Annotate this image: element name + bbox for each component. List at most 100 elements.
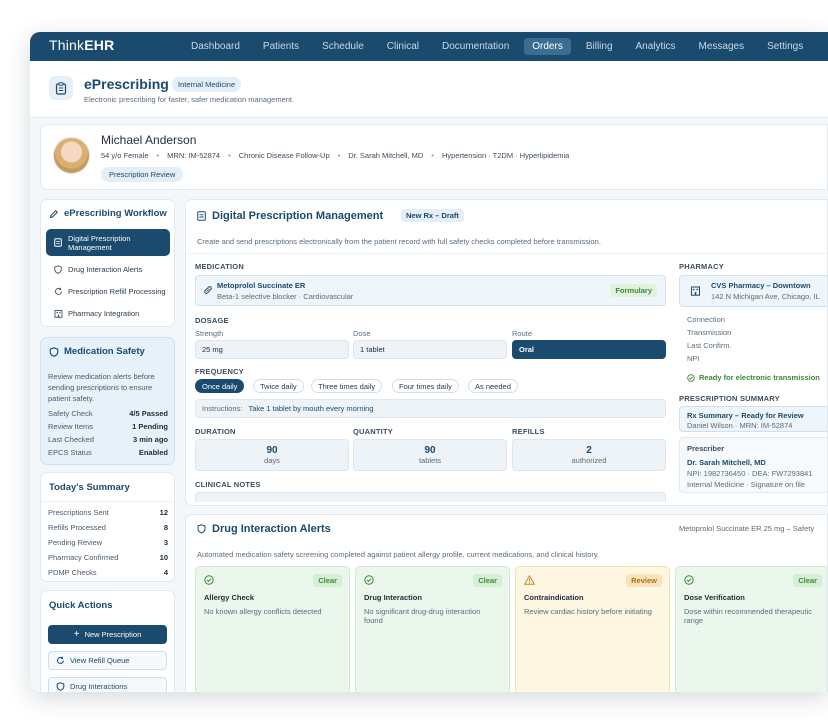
allergy-check-card[interactable]: Clear Allergy Check No known allergy con… — [195, 566, 350, 692]
separator-dot: • — [156, 151, 160, 160]
patient-meta: 54 y/o Female • MRN: IM-52874 • Chronic Di… — [101, 151, 577, 160]
instructions-value: Take 1 tablet by mouth every morning — [248, 404, 374, 413]
view-refill-queue-button[interactable]: View Refill Queue — [48, 651, 167, 670]
safety-row: Review Items 1 Pending — [48, 422, 168, 431]
duration-unit: days — [264, 456, 280, 465]
clipboard-icon — [49, 76, 73, 100]
strength-field[interactable]: 25 mg — [195, 340, 349, 359]
status-badge: Clear — [313, 574, 342, 587]
summary-row: Refills Processed 8 — [48, 523, 168, 532]
page-subtitle: Electronic prescribing for faster, safer… — [84, 95, 295, 104]
nav-dashboard[interactable]: Dashboard — [183, 38, 248, 55]
specialty-badge: Internal Medicine — [172, 77, 242, 92]
page-header: ePrescribing Internal Medicine Electroni… — [30, 61, 828, 118]
drug-interaction-card[interactable]: Clear Drug Interaction No significant dr… — [355, 566, 510, 692]
pharmacy-name: CVS Pharmacy – Downtown — [711, 281, 811, 290]
summary-row: Prescriptions Sent 12 — [48, 508, 168, 517]
workflow-item-digital-prescription[interactable]: Digital Prescription Management — [46, 229, 170, 256]
clinical-notes-field[interactable] — [195, 492, 666, 502]
safety-row: EPCS Status Enabled — [48, 448, 168, 457]
drug-interaction-title-text: Drug Interaction Alerts — [212, 523, 331, 535]
nav-analytics[interactable]: Analytics — [628, 38, 684, 55]
card-title: Dose Verification — [684, 593, 745, 602]
summary-row-label: Refills Processed — [48, 523, 106, 532]
strength-label: Strength — [195, 329, 224, 338]
frequency-three-times-daily[interactable]: Three times daily — [311, 379, 383, 393]
todays-summary-card: Today's Summary Prescriptions Sent 12 Ref… — [40, 472, 175, 582]
formulary-badge: Formulary — [610, 284, 657, 297]
instructions-field[interactable]: Instructions: Take 1 tablet by mouth eve… — [195, 399, 666, 418]
quantity-field[interactable]: 90 tablets — [353, 439, 507, 471]
drug-interaction-title: Drug Interaction Alerts — [197, 523, 331, 535]
route-label: Route — [512, 329, 533, 338]
prescriber-ids: NPI: 1982736450 · DEA: FW7293841 — [687, 469, 813, 478]
quantity-label: QUANTITY — [353, 427, 393, 436]
pharmacy-card[interactable]: CVS Pharmacy – Downtown 142 N Michigan A… — [679, 275, 827, 307]
nav-settings[interactable]: Settings — [759, 38, 811, 55]
frequency-as-needed[interactable]: As needed — [468, 379, 518, 393]
refresh-icon — [52, 287, 64, 296]
safety-row-value: Enabled — [138, 448, 168, 457]
summary-row-value: 3 — [163, 538, 168, 547]
contraindication-card[interactable]: Review Contraindication Review cardiac h… — [515, 566, 670, 692]
duration-field[interactable]: 90 days — [195, 439, 349, 471]
patient-age-sex: 54 y/o Female — [101, 151, 149, 160]
workflow-item-pharmacy[interactable]: Pharmacy Integration — [46, 300, 170, 326]
summary-row-value: 4 — [163, 568, 168, 577]
card-description: Dose within recommended therapeutic rang… — [684, 607, 812, 625]
nav-documentation[interactable]: Documentation — [434, 38, 517, 55]
building-icon — [52, 309, 64, 318]
prescriber-card: Prescriber Dr. Sarah Mitchell, MD NPI: 1… — [679, 437, 827, 493]
app-logo[interactable]: ThinkEHR — [49, 37, 114, 53]
draft-badge: New Rx – Draft — [401, 209, 464, 222]
nav-messages[interactable]: Messages — [691, 38, 753, 55]
prescriber-name: Dr. Sarah Mitchell, MD — [687, 458, 766, 467]
nav-schedule[interactable]: Schedule — [314, 38, 372, 55]
rx-summary-title: Rx Summary – Ready for Review — [687, 411, 804, 420]
dosage-label: DOSAGE — [195, 316, 229, 325]
card-title: Contraindication — [524, 593, 584, 602]
nav-patients[interactable]: Patients — [255, 38, 307, 55]
pharmacy-label: PHARMACY — [679, 262, 724, 271]
duration-value: 90 — [266, 445, 278, 456]
safety-title: Medication Safety — [49, 346, 145, 357]
dose-verification-card[interactable]: Clear Dose Verification Dose within reco… — [675, 566, 827, 692]
card-description: No significant drug-drug interaction fou… — [364, 607, 481, 625]
new-prescription-button[interactable]: + New Prescription — [48, 625, 167, 644]
drug-interactions-button[interactable]: Drug Interactions — [48, 677, 167, 692]
safety-row: Last Checked 3 min ago — [48, 435, 168, 444]
refills-field[interactable]: 2 authorized — [512, 439, 666, 471]
check-circle-icon — [687, 373, 695, 382]
safety-row-label: EPCS Status — [48, 448, 92, 457]
warning-icon — [524, 575, 535, 585]
refills-unit: authorized — [571, 456, 607, 465]
safety-row-label: Safety Check — [48, 409, 93, 418]
patient-mrn: MRN: IM-52874 — [167, 151, 221, 160]
check-circle-icon — [684, 575, 694, 585]
medication-label: MEDICATION — [195, 262, 244, 271]
prescriber-dept: Internal Medicine · Signature on file — [687, 480, 805, 489]
nav-billing[interactable]: Billing — [578, 38, 621, 55]
page-title: ePrescribing — [84, 76, 169, 92]
nav-orders[interactable]: Orders — [524, 38, 571, 55]
workflow-title: ePrescribing Workflow — [49, 208, 167, 219]
shield-icon — [56, 682, 65, 691]
divider — [41, 501, 174, 502]
medication-name: Metoprolol Succinate ER — [217, 281, 306, 290]
summary-row-value: 10 — [159, 553, 168, 562]
patient-provider: Dr. Sarah Mitchell, MD — [348, 151, 424, 160]
summary-row: PDMP Checks 4 — [48, 568, 168, 577]
rx-summary-card[interactable]: Rx Summary – Ready for Review Daniel Wil… — [679, 406, 827, 432]
route-field[interactable]: Oral — [512, 340, 666, 359]
summary-row-label: Pharmacy Confirmed — [48, 553, 119, 562]
safety-row-label: Last Checked — [48, 435, 94, 444]
medication-field[interactable]: Metoprolol Succinate ER Beta-1 selective… — [195, 275, 666, 306]
frequency-twice-daily[interactable]: Twice daily — [253, 379, 304, 393]
nav-clinical[interactable]: Clinical — [379, 38, 427, 55]
pill-icon — [204, 286, 212, 294]
card-description: Review cardiac history before initiating — [524, 607, 652, 616]
safety-description: Review medication alerts before sending … — [48, 372, 155, 403]
frequency-four-times-daily[interactable]: Four times daily — [392, 379, 459, 393]
frequency-once-daily[interactable]: Once daily — [195, 379, 245, 393]
dose-field[interactable]: 1 tablet — [353, 340, 507, 359]
